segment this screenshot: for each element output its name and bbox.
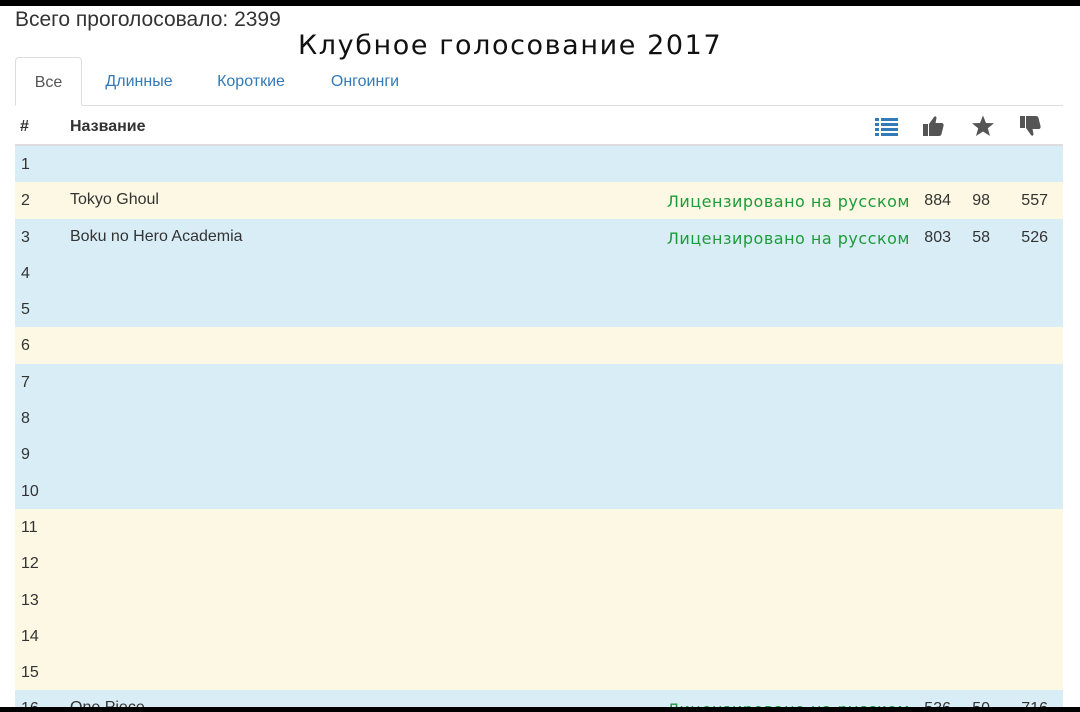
- table-row[interactable]: 9: [15, 436, 1063, 473]
- row-number: 11: [21, 518, 38, 536]
- column-title[interactable]: Название: [70, 118, 146, 136]
- row-number: 3: [21, 228, 30, 246]
- list-count: 884: [924, 192, 951, 210]
- row-number: 9: [21, 446, 30, 464]
- row-number: 13: [21, 591, 39, 609]
- table-row[interactable]: 16 One Piece Лицензировано на русском 536 50…: [15, 690, 1063, 707]
- row-number: 16: [21, 700, 39, 707]
- row-number: 14: [21, 627, 39, 645]
- dislike-count: 557: [1021, 192, 1048, 210]
- table-row[interactable]: 3 Boku no Hero Academia Лицензировано на р…: [15, 218, 1063, 255]
- dislike-count: 526: [1021, 228, 1048, 246]
- tab-all[interactable]: Все: [15, 57, 82, 106]
- row-number: 8: [21, 410, 30, 428]
- anime-title[interactable]: One Piece: [70, 699, 145, 707]
- license-status: Лицензировано на русском: [667, 700, 910, 707]
- table-row[interactable]: 7: [15, 363, 1063, 401]
- row-number: 10: [21, 482, 39, 500]
- column-number: #: [20, 118, 29, 135]
- vote-table: 1 2 Tokyo Ghoul Лицензировано на русском 884…: [15, 146, 1063, 707]
- favorite-count: 98: [972, 192, 990, 210]
- anime-title[interactable]: Boku no Hero Academia: [70, 228, 243, 246]
- thumbs-down-icon[interactable]: [1018, 114, 1044, 138]
- total-votes: Всего проголосовало: 2399: [15, 8, 281, 31]
- table-row[interactable]: 4: [15, 254, 1063, 292]
- tab-short[interactable]: Короткие: [199, 57, 303, 105]
- license-status: Лицензировано на русском: [666, 192, 910, 212]
- table-row[interactable]: 15: [15, 654, 1063, 691]
- dislike-count: 716: [1021, 700, 1048, 707]
- favorite-count: 50: [972, 700, 990, 707]
- row-number: 2: [21, 192, 30, 210]
- row-number: 4: [21, 264, 30, 282]
- screen: Всего проголосовало: 2399 Клубное голосо…: [0, 6, 1080, 707]
- anime-title[interactable]: Tokyo Ghoul: [70, 191, 159, 209]
- table-row[interactable]: 12: [15, 545, 1063, 582]
- table-row[interactable]: 8: [15, 400, 1063, 437]
- favorite-count: 58: [972, 228, 990, 246]
- row-number: 1: [21, 156, 30, 173]
- table-row[interactable]: 1: [15, 146, 1063, 183]
- table-row[interactable]: 13: [15, 581, 1063, 618]
- table-row[interactable]: 10: [15, 472, 1063, 509]
- table-row[interactable]: 6: [15, 327, 1063, 364]
- table-row[interactable]: 5: [15, 291, 1063, 328]
- table-header: # Название: [15, 106, 1063, 146]
- tab-bar: Все Длинные Короткие Онгоинги: [15, 57, 1063, 106]
- tab-ongoing[interactable]: Онгоинги: [313, 57, 417, 105]
- row-number: 7: [21, 373, 30, 391]
- star-icon[interactable]: [970, 114, 996, 138]
- table-row[interactable]: 2 Tokyo Ghoul Лицензировано на русском 884 9…: [15, 182, 1063, 219]
- table-row[interactable]: 14: [15, 617, 1063, 655]
- thumbs-up-icon[interactable]: [921, 114, 947, 138]
- table-row[interactable]: 11: [15, 508, 1063, 546]
- license-status: Лицензировано на русском: [666, 228, 910, 248]
- row-number: 12: [21, 555, 39, 573]
- list-count: 803: [924, 228, 951, 246]
- tab-long[interactable]: Длинные: [87, 57, 191, 105]
- list-icon[interactable]: [874, 114, 900, 138]
- row-number: 15: [21, 664, 39, 682]
- row-number: 6: [21, 337, 30, 355]
- row-number: 5: [21, 301, 30, 319]
- list-count: 536: [924, 700, 951, 707]
